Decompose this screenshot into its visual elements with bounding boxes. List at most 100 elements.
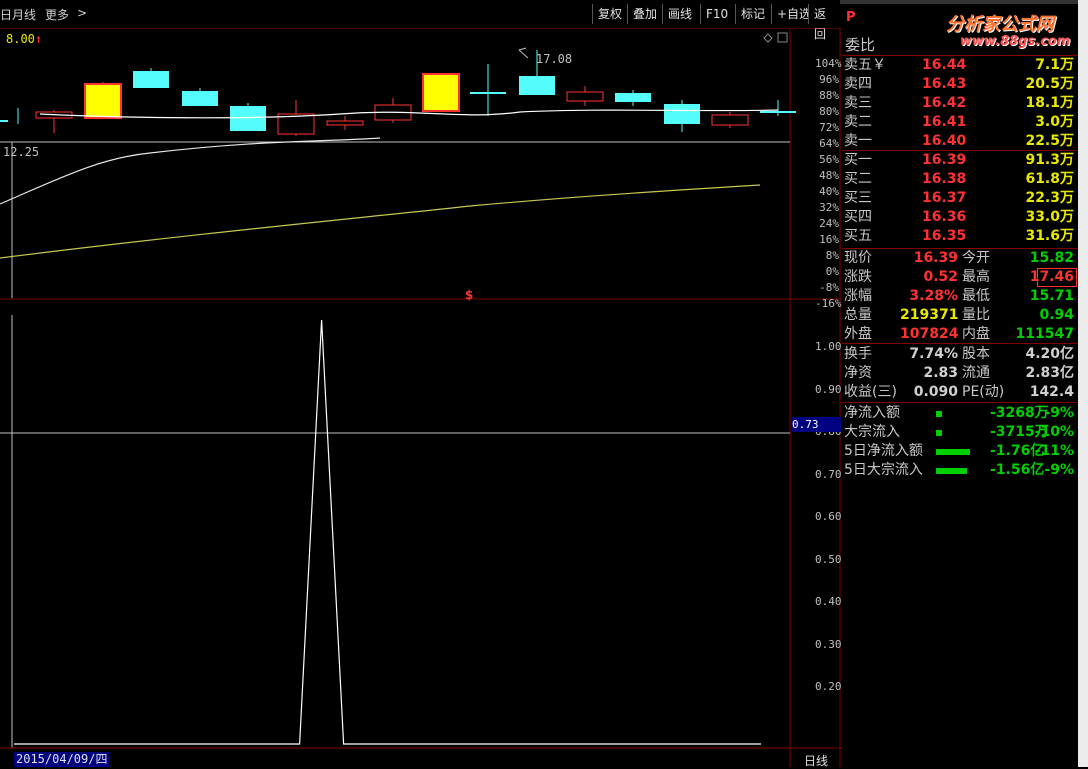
flow-value: -1.56亿	[990, 462, 1045, 478]
cursor-date-label: 2015/04/09/四	[14, 752, 110, 767]
overlay-button[interactable]: 叠加	[627, 4, 663, 24]
chart-toolbar: 日 月线 更多 > 复权 叠加 画线 F10 标记 +自选 返回	[0, 0, 840, 41]
draw-line-button[interactable]: 画线	[662, 4, 698, 24]
mark-button[interactable]: 标记	[735, 4, 771, 24]
candle-body	[133, 71, 169, 88]
order-price: 16.40	[922, 133, 967, 149]
stat-value: 0.090	[913, 384, 958, 400]
flow-percent: -9%	[1044, 462, 1074, 478]
more-button[interactable]: 更多	[45, 6, 69, 23]
ma-line-yellow	[0, 184, 761, 259]
logo-title: 分析家公式网	[946, 14, 1054, 35]
candle-body	[711, 114, 749, 126]
candle-body	[182, 91, 218, 106]
divider	[842, 343, 1078, 344]
candle-body	[566, 91, 604, 102]
more-arrow-icon[interactable]: >	[77, 6, 87, 20]
stat-label: 股本	[962, 346, 990, 362]
percent-tick: 88%	[819, 89, 839, 102]
quote-row: 涨幅 3.28% 最低 15.71	[842, 287, 1076, 306]
order-level-label: 买一	[844, 152, 872, 168]
candle-body	[326, 120, 364, 126]
order-price: 16.42	[922, 95, 967, 111]
order-price: 16.41	[922, 114, 967, 130]
right-toolbar-strip[interactable]	[1078, 0, 1088, 767]
flow-percent: -11%	[1034, 443, 1074, 459]
candle-body	[0, 120, 8, 122]
candle-body	[519, 76, 555, 95]
order-volume: 22.5万	[1025, 133, 1074, 149]
high-value-highlight	[1037, 268, 1077, 287]
percent-tick: 48%	[819, 169, 839, 182]
panel-header-p: P	[846, 10, 856, 25]
quote-row: 卖四 16.43 20.5万	[842, 75, 1076, 94]
period-partial[interactable]: 日	[0, 6, 12, 23]
stat-label: 最高	[962, 269, 990, 285]
quote-row: 现价 16.39 今开 15.82	[842, 249, 1076, 268]
high-price-marker	[518, 47, 529, 59]
percent-tick: 24%	[819, 217, 839, 230]
order-price: 16.43	[922, 76, 967, 92]
stat-label: 最低	[962, 288, 990, 304]
chart-window-icon[interactable]	[777, 32, 788, 43]
quote-row: 卖一 16.40 22.5万	[842, 132, 1076, 151]
indicator-tick: 1.00	[815, 340, 842, 353]
stat-label: 现价	[844, 250, 872, 266]
stat-label: 流通	[962, 365, 990, 381]
stat-value: 15.82	[1029, 250, 1074, 266]
flow-bar	[936, 411, 942, 417]
indicator-tick: 0.90	[815, 382, 842, 396]
flow-label: 5日净流入额	[844, 443, 923, 459]
price-label: 8.00↑	[6, 32, 42, 46]
chart-option-icon[interactable]	[763, 33, 773, 43]
order-level-label: 卖二	[844, 114, 872, 130]
order-level-label: 买二	[844, 171, 872, 187]
percent-tick: 56%	[819, 153, 839, 166]
quote-row: 换手 7.74% 股本 4.20亿	[842, 345, 1076, 364]
percent-tick: 40%	[819, 185, 839, 198]
indicator-tick: 0.70	[815, 467, 842, 481]
candle-body	[230, 106, 266, 131]
flow-percent: -10%	[1034, 424, 1074, 440]
indicator-tick: 0.60	[815, 510, 842, 523]
flow-bar	[936, 468, 967, 474]
indicator-current-value: 0.73	[791, 417, 841, 432]
candle-body	[760, 111, 796, 113]
f10-button[interactable]: F10	[700, 4, 734, 24]
order-level-label: 买三	[844, 190, 872, 206]
back-button[interactable]: 返回	[808, 4, 840, 41]
quote-row: 净流入额 -3268万 -9%	[842, 404, 1076, 423]
flow-label: 大宗流入	[844, 424, 900, 440]
candle-body	[422, 73, 460, 112]
order-price: 16.44	[922, 57, 967, 73]
candle-body	[470, 92, 506, 94]
stat-label: 涨跌	[844, 269, 872, 285]
percent-tick: -8%	[819, 281, 839, 294]
quote-row: 买三 16.37 22.3万	[842, 189, 1076, 208]
order-volume: 91.3万	[1025, 152, 1074, 168]
flow-bar	[936, 449, 970, 455]
percent-tick: 32%	[819, 201, 839, 214]
fuquan-button[interactable]: 复权	[592, 4, 628, 24]
stat-label: PE(动)	[962, 384, 1005, 400]
quote-row: 买一 16.39 91.3万	[842, 151, 1076, 170]
quote-row: 买五 16.35 31.6万	[842, 227, 1076, 246]
stat-value: 111547	[1015, 326, 1074, 342]
order-volume: 61.8万	[1025, 171, 1074, 187]
stat-label: 今开	[962, 250, 990, 266]
stat-label: 外盘	[844, 326, 872, 342]
quote-row: 卖二 16.41 3.0万	[842, 113, 1076, 132]
period-monthly-button[interactable]: 月线	[12, 6, 36, 23]
ma-line-long-white	[0, 137, 381, 205]
stat-value: 7.74%	[909, 346, 958, 362]
order-price: 16.35	[922, 228, 967, 244]
order-volume: 33.0万	[1025, 209, 1074, 225]
quote-row: 买四 16.36 33.0万	[842, 208, 1076, 227]
stat-value: 107824	[900, 326, 959, 342]
logo-url: www.88gs.com	[960, 34, 1071, 49]
order-price: 16.36	[922, 209, 967, 225]
weibi-label: 委比	[845, 36, 876, 54]
period-footer-label[interactable]: 日线	[804, 752, 828, 769]
kline-chart[interactable]	[0, 28, 842, 767]
up-arrow-icon: ↑	[34, 32, 43, 46]
